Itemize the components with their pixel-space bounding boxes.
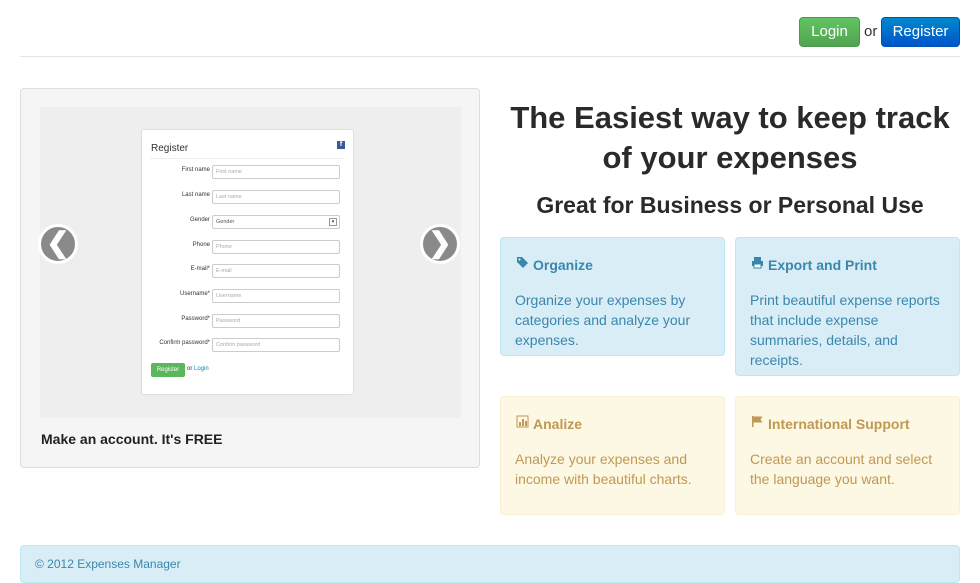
slide-field-input: Username	[212, 289, 340, 303]
feature-title: Analize	[533, 416, 583, 432]
slide-gender-select: Gender ▾	[212, 215, 340, 229]
feature-heading: Export and Print	[750, 256, 945, 274]
chevron-right-icon: ❯	[428, 227, 452, 258]
feature-text: Analyze your expenses and income with be…	[515, 451, 692, 487]
feature-heading: International Support	[750, 415, 945, 433]
slide-form-divider	[150, 158, 345, 159]
footer-copyright: © 2012 Expenses Manager	[35, 557, 181, 571]
slide-field-row: Phone Phone	[142, 240, 355, 254]
chevron-down-icon: ▾	[329, 218, 337, 226]
slide-field-label: Last name	[181, 192, 210, 198]
slide-field-input: First name	[212, 165, 340, 179]
slide-field-input: Password	[212, 314, 340, 328]
feature-heading: Organize	[515, 256, 710, 274]
carousel-caption: Make an account. It's FREE	[41, 431, 223, 447]
carousel-slide-image: Register f First name First name Last na…	[40, 107, 461, 418]
login-button[interactable]: Login	[799, 17, 860, 47]
feature-title: Organize	[533, 257, 593, 273]
register-button[interactable]: Register	[881, 17, 960, 47]
feature-international: International Support Create an account …	[735, 396, 960, 515]
footer: © 2012 Expenses Manager	[20, 545, 960, 583]
or-text: or	[864, 23, 878, 40]
chevron-left-icon: ❮	[46, 227, 70, 258]
slide-field-label: E-mail*	[190, 266, 210, 272]
slide-field-input: Phone	[212, 240, 340, 254]
feature-title: International Support	[768, 416, 910, 432]
slide-field-label: Gender	[189, 217, 210, 223]
slide-field-input: Confirm password	[212, 338, 340, 352]
slide-or-text: or	[187, 366, 193, 372]
slide-field-label: Username*	[179, 291, 210, 297]
slide-field-row: Password* Password	[142, 314, 355, 328]
feature-export-print: Export and Print Print beautiful expense…	[735, 237, 960, 376]
feature-analize: Analize Analyze your expenses and income…	[500, 396, 725, 515]
slide-field-row: Confirm password* Confirm password	[142, 338, 355, 352]
slide-register-form: Register f First name First name Last na…	[141, 129, 354, 395]
tags-icon	[515, 256, 529, 274]
hero-title: The Easiest way to keep track of your ex…	[510, 100, 950, 175]
slide-select-value: Gender	[216, 219, 235, 225]
slide-form-title: Register	[151, 143, 189, 154]
bar-chart-icon	[515, 415, 529, 433]
slide-field-label: Confirm password*	[159, 340, 210, 346]
screenshot-carousel: Register f First name First name Last na…	[20, 88, 480, 468]
slide-register-button: Register	[151, 363, 185, 377]
slide-field-label: Phone	[192, 242, 210, 248]
feature-title: Export and Print	[768, 257, 877, 273]
flag-icon	[750, 415, 764, 433]
slide-field-row: Username* Username	[142, 289, 355, 303]
feature-text: Organize your expenses by categories and…	[515, 292, 691, 348]
carousel-prev-button[interactable]: ❮	[38, 224, 78, 264]
slide-field-row: Gender Gender ▾	[142, 215, 355, 229]
hero-subtitle: Great for Business or Personal Use	[536, 192, 924, 218]
facebook-icon: f	[337, 141, 345, 149]
carousel-next-button[interactable]: ❯	[420, 224, 460, 264]
slide-login-link: Login	[194, 366, 209, 372]
slide-field-label: Password*	[181, 316, 210, 322]
feature-heading: Analize	[515, 415, 710, 433]
slide-field-label: First name	[181, 167, 210, 173]
slide-field-input: E-mail	[212, 264, 340, 278]
feature-text: Print beautiful expense reports that inc…	[750, 292, 940, 368]
slide-field-row: Last name Last name	[142, 190, 355, 204]
slide-field-row: First name First name	[142, 165, 355, 179]
slide-field-row: E-mail* E-mail	[142, 264, 355, 278]
top-bar: Login or Register	[20, 0, 960, 57]
feature-text: Create an account and select the languag…	[750, 451, 933, 487]
slide-field-input: Last name	[212, 190, 340, 204]
feature-organize: Organize Organize your expenses by categ…	[500, 237, 725, 356]
print-icon	[750, 256, 764, 274]
